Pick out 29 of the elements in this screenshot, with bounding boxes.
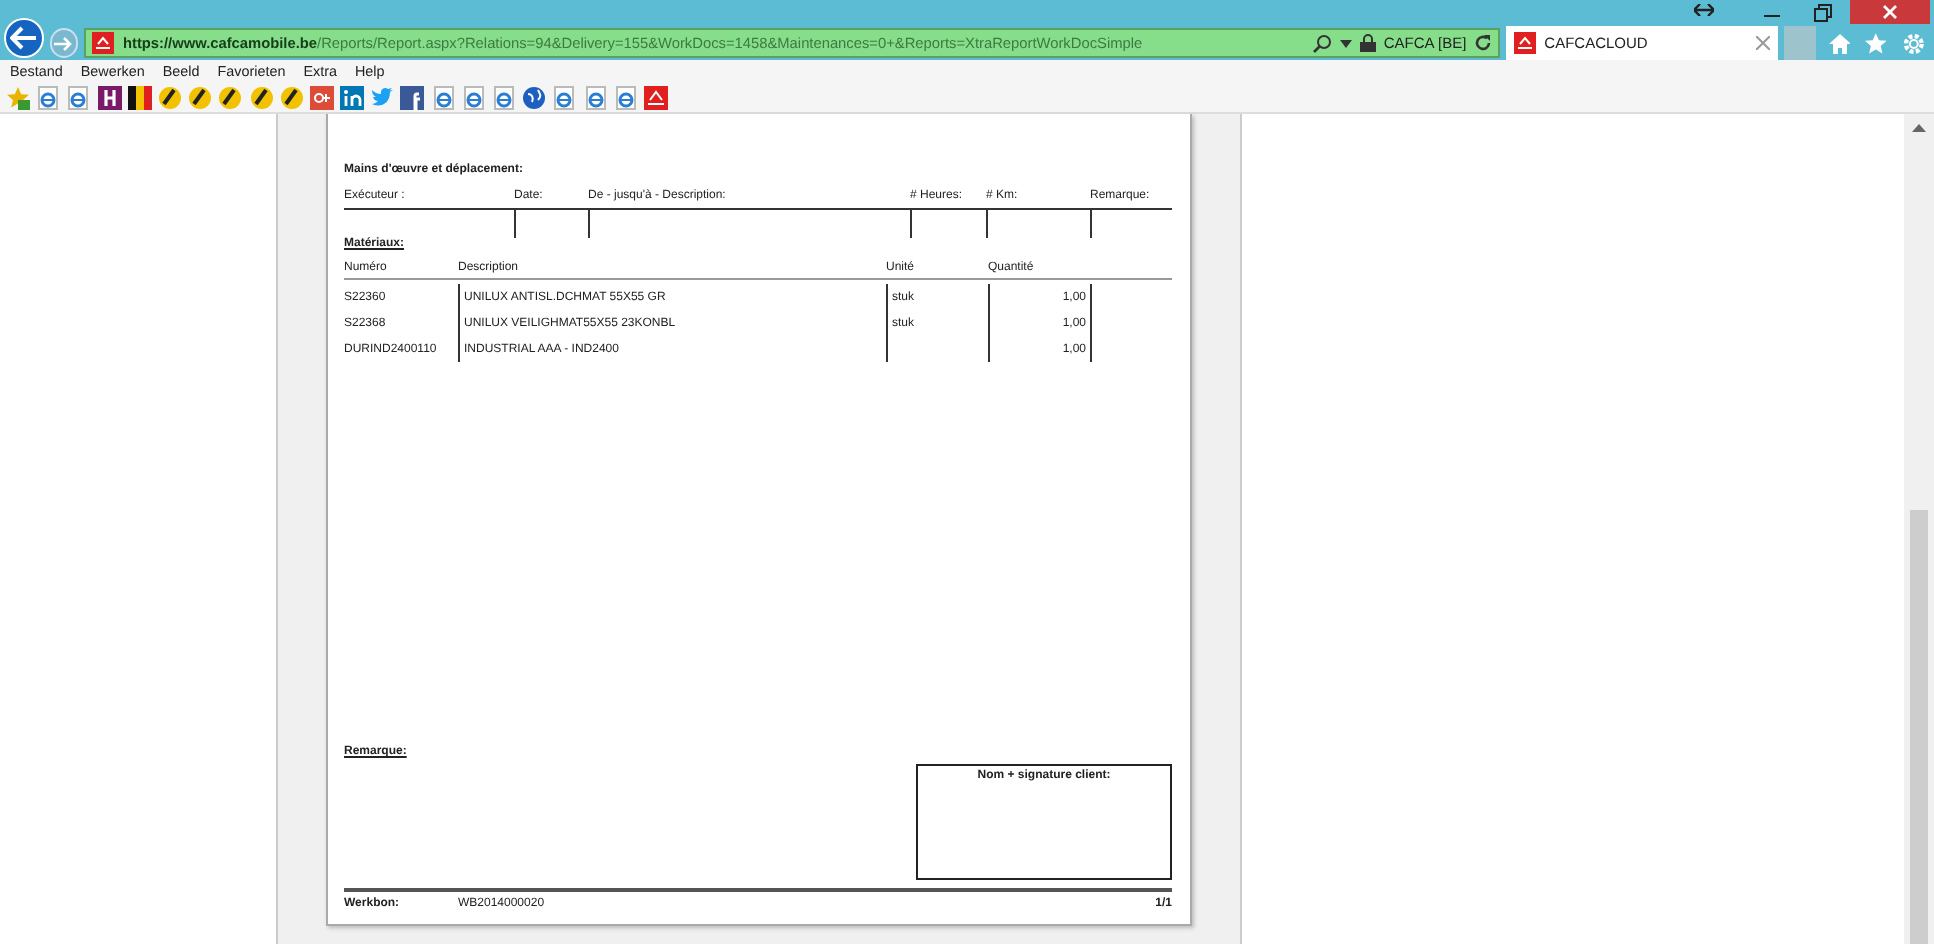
favorite-link-icon[interactable] [249, 85, 273, 109]
favorite-link-icon[interactable] [97, 85, 122, 109]
close-button[interactable] [1850, 0, 1930, 24]
site-icon [92, 32, 115, 54]
resize-icon[interactable] [1694, 4, 1714, 16]
close-icon [1882, 4, 1898, 20]
favorite-link-icon[interactable] [279, 85, 304, 109]
globe-icon[interactable] [522, 85, 547, 109]
favorite-link-icon[interactable] [188, 85, 213, 109]
refresh-icon[interactable] [1474, 34, 1493, 52]
restore-icon [1813, 3, 1831, 21]
scrollbar[interactable] [1904, 114, 1934, 944]
dropdown-icon[interactable] [1339, 39, 1352, 47]
back-arrow-icon [9, 25, 38, 49]
back-button[interactable] [4, 17, 44, 57]
favorite-link-icon[interactable] [400, 85, 425, 109]
search-icon[interactable] [1311, 33, 1332, 53]
site-icon [1514, 32, 1537, 54]
favorites-star-icon[interactable] [6, 85, 30, 109]
lock-icon [1359, 34, 1376, 52]
scrollbar-thumb[interactable] [1910, 510, 1928, 944]
site-icon[interactable] [643, 85, 668, 109]
favorite-link-icon[interactable] [157, 85, 182, 109]
scroll-up-icon[interactable] [1912, 124, 1926, 132]
star-icon[interactable] [1864, 31, 1889, 55]
favorite-link-icon[interactable] [218, 85, 243, 109]
forward-arrow-icon [54, 35, 75, 51]
favorite-link-icon[interactable] [127, 85, 152, 109]
close-icon[interactable] [1755, 36, 1770, 50]
